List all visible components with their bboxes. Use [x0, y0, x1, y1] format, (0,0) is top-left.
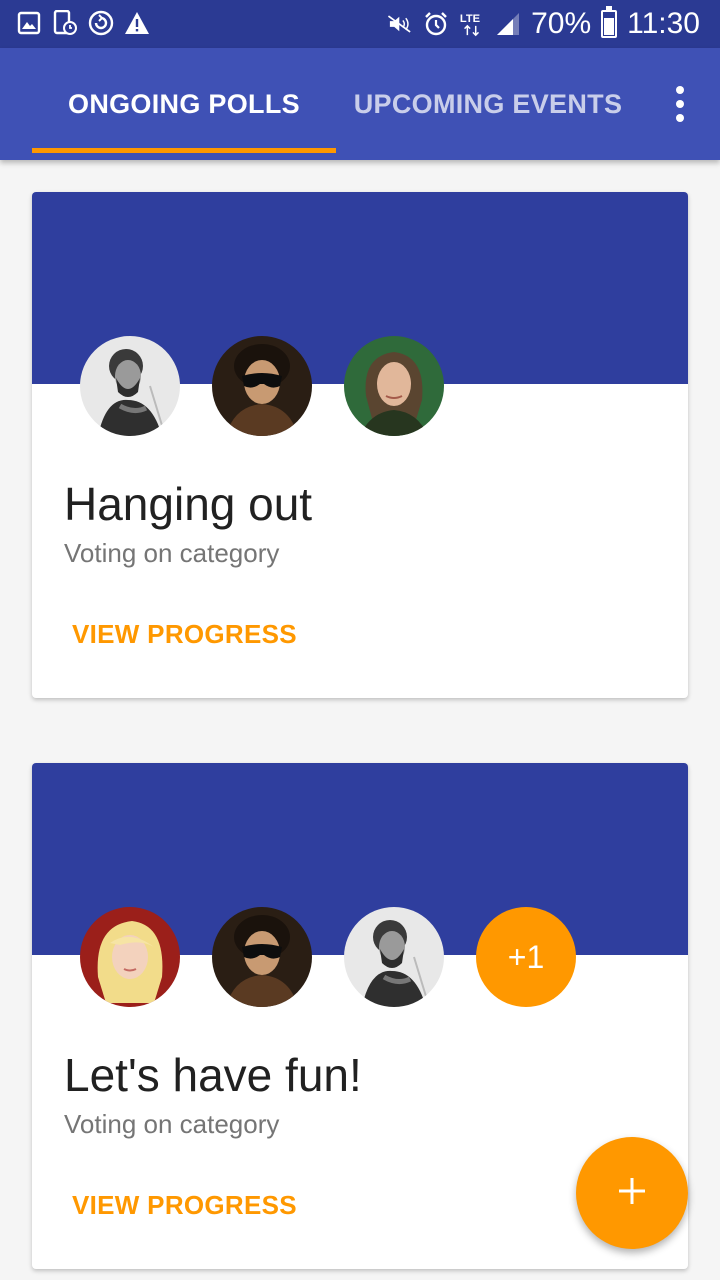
system-icons: LTE 70% 11:30: [387, 6, 700, 42]
add-poll-button[interactable]: [576, 1137, 688, 1249]
svg-text:LTE: LTE: [460, 13, 480, 25]
mute-icon: [387, 10, 413, 38]
app-bar: ONGOING POLLS UPCOMING EVENTS: [0, 48, 720, 160]
avatar[interactable]: [212, 336, 312, 436]
poll-card[interactable]: Hanging out Voting on category VIEW PROG…: [32, 192, 688, 698]
lte-icon: LTE: [459, 10, 485, 38]
status-bar: LTE 70% 11:30: [0, 0, 720, 48]
add-icon: [616, 1175, 648, 1212]
avatar[interactable]: [80, 907, 180, 1007]
warning-icon: [124, 9, 150, 37]
tab-ongoing-polls[interactable]: ONGOING POLLS: [32, 48, 336, 160]
avatar[interactable]: [344, 336, 444, 436]
gallery-icon: [16, 9, 42, 37]
poll-subtitle: Voting on category: [64, 538, 280, 568]
alarm-icon: [423, 10, 449, 38]
clock-time: 11:30: [627, 7, 700, 40]
tab-upcoming-events[interactable]: UPCOMING EVENTS: [336, 48, 640, 160]
poll-subtitle: Voting on category: [64, 1109, 280, 1139]
avatar[interactable]: [212, 907, 312, 1007]
poll-title: Hanging out: [64, 478, 313, 530]
poll-title: Let's have fun!: [64, 1049, 362, 1101]
avatar[interactable]: [344, 907, 444, 1007]
sync-icon: [88, 9, 114, 37]
device-clock-icon: [52, 9, 78, 37]
view-progress-button[interactable]: VIEW PROGRESS: [72, 1189, 297, 1221]
battery-percent: 70%: [531, 7, 592, 40]
notification-icons: [16, 9, 150, 37]
tab-indicator: [32, 148, 336, 153]
view-progress-button[interactable]: VIEW PROGRESS: [72, 618, 297, 650]
signal-icon: [495, 10, 521, 38]
avatar[interactable]: [80, 336, 180, 436]
more-vert-icon[interactable]: [660, 84, 700, 124]
battery-icon: [601, 6, 618, 38]
more-participants-badge[interactable]: +1: [476, 907, 576, 1007]
